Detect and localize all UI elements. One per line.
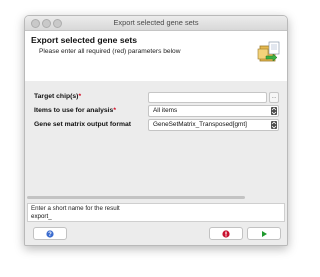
format-row: Gene set matrix output format GeneSetMat… <box>34 119 281 131</box>
target-chips-label: Target chip(s)* <box>34 93 82 100</box>
stop-button[interactable] <box>209 227 243 240</box>
target-chips-browse-button[interactable]: ... <box>269 92 279 103</box>
format-select-value: GeneSetMatrix_Transposed[gmt] <box>153 121 247 128</box>
gene-set-export-icon <box>257 41 280 62</box>
button-bar: ? <box>25 223 287 245</box>
dialog-window: Export selected gene sets Export selecte… <box>24 15 288 246</box>
result-name-input[interactable]: export_ <box>31 213 52 220</box>
chevron-up-down-icon <box>271 107 277 115</box>
help-button[interactable]: ? <box>33 227 67 240</box>
stop-icon <box>222 229 230 238</box>
window-title: Export selected gene sets <box>113 18 199 27</box>
target-chips-row: Target chip(s)* ... <box>34 92 281 103</box>
result-name-prompt: Enter a short name for the result <box>31 205 120 212</box>
items-label: Items to use for analysis* <box>34 107 116 114</box>
items-select[interactable]: All items <box>148 105 279 117</box>
run-button[interactable] <box>247 227 281 240</box>
items-select-value: All items <box>153 107 178 114</box>
target-chips-input[interactable] <box>148 92 267 103</box>
header-subtitle: Please enter all required (red) paramete… <box>39 48 181 55</box>
format-select[interactable]: GeneSetMatrix_Transposed[gmt] <box>148 119 279 131</box>
parameters-form: Target chip(s)* ... Items to use for ana… <box>25 81 287 206</box>
scrollbar-thumb[interactable] <box>27 196 245 199</box>
format-label: Gene set matrix output format <box>34 121 132 128</box>
header-title: Export selected gene sets <box>31 35 138 45</box>
items-row: Items to use for analysis* All items <box>34 105 281 117</box>
horizontal-scrollbar[interactable] <box>27 196 285 200</box>
help-icon: ? <box>46 229 54 238</box>
chevron-up-down-icon <box>271 121 277 129</box>
svg-text:?: ? <box>48 232 52 238</box>
title-bar: Export selected gene sets <box>25 16 287 31</box>
result-name-panel: Enter a short name for the result export… <box>27 203 285 222</box>
run-icon <box>262 230 267 237</box>
dialog-header: Export selected gene sets Please enter a… <box>25 31 287 82</box>
